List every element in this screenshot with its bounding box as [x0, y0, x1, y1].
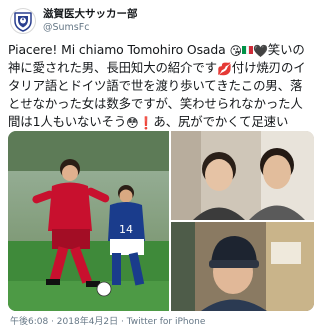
photo-soccer-match[interactable]: 14 — [8, 131, 169, 311]
soccer-ball-icon — [96, 281, 112, 297]
jersey-number: 14 — [119, 223, 133, 236]
two-men-image — [171, 131, 314, 220]
exclamation-emoji-icon: ❗ — [138, 116, 154, 130]
photo-grid: 14 — [8, 131, 314, 311]
kiss-emoji-icon: 😘 — [229, 44, 243, 58]
avatar[interactable] — [10, 8, 36, 34]
photo-two-men[interactable] — [171, 131, 314, 220]
italy-flag-icon — [241, 41, 253, 54]
tweet-header: 滋賀医大サッカー部 @SumsFc — [8, 6, 312, 36]
photo-column-right — [171, 131, 314, 311]
club-crest-icon — [14, 12, 32, 32]
user-handle[interactable]: @SumsFc — [43, 21, 138, 34]
lips-emoji-icon: 💋 — [216, 62, 232, 76]
flushed-emoji-icon: 😳 — [126, 116, 139, 130]
display-name[interactable]: 滋賀医大サッカー部 — [43, 8, 138, 21]
black-heart-emoji-icon: 🖤 — [252, 44, 268, 58]
tweet-timestamp[interactable]: 午後6:08 · 2018年4月2日 · Twitter for iPhone — [10, 314, 205, 327]
photo-man-in-beanie[interactable] — [171, 222, 314, 311]
soccer-match-image: 14 — [8, 131, 169, 311]
man-in-beanie-image — [171, 222, 314, 311]
author-names: 滋賀医大サッカー部 @SumsFc — [43, 8, 138, 34]
tweet-text-intro: Piacere! Mi chiamo Tomohiro Osada — [8, 42, 230, 57]
tweet-card: 滋賀医大サッカー部 @SumsFc Piacere! Mi chiamo Tom… — [0, 0, 320, 331]
